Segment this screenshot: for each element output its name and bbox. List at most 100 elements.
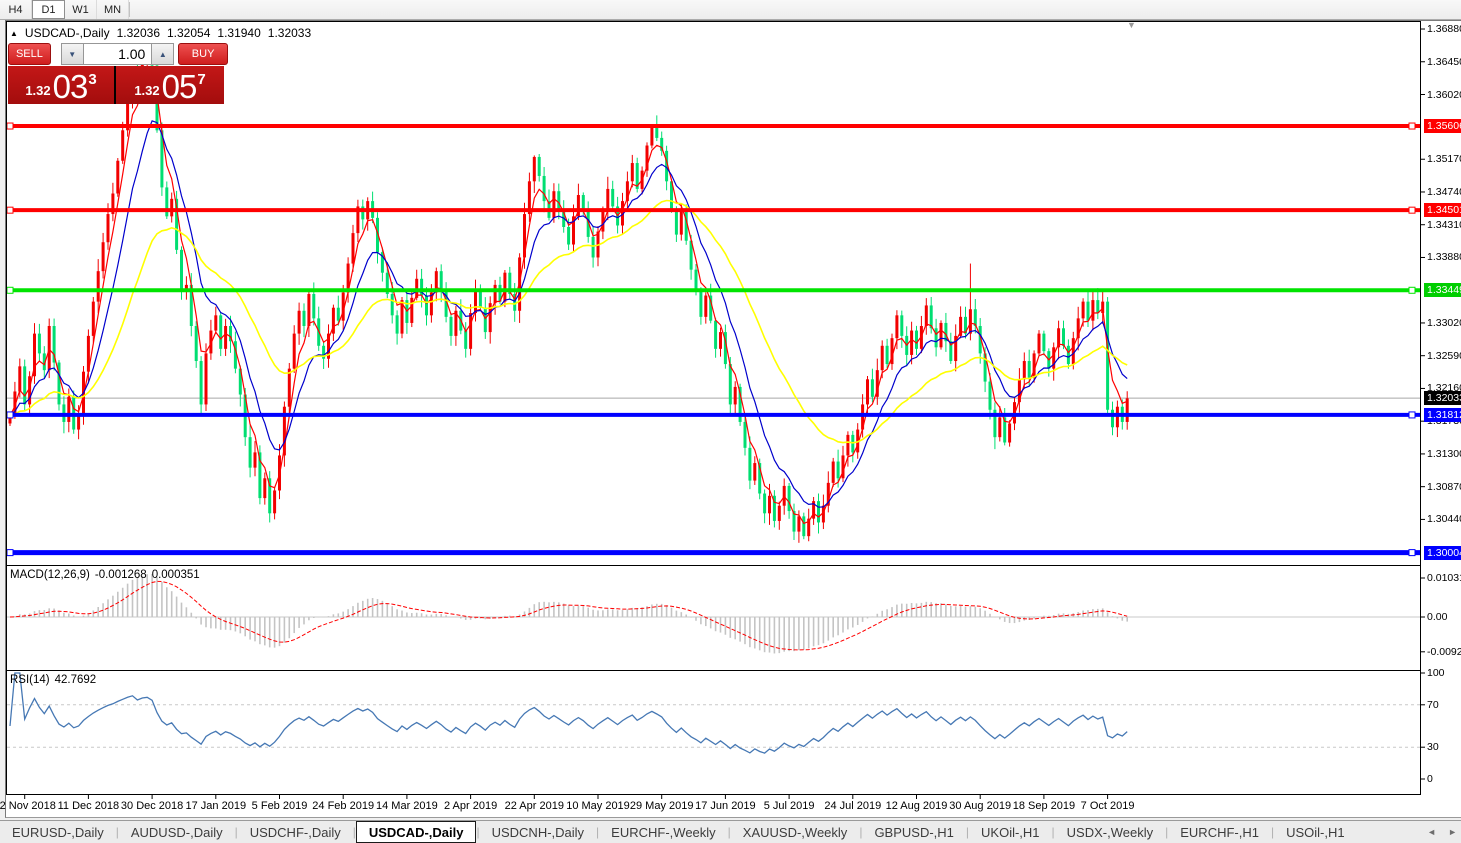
rsi-indicator-label: RSI(14) 42.7692 <box>10 674 101 686</box>
tab-xauusd-weekly[interactable]: XAUUSD-,Weekly <box>731 821 860 843</box>
date-axis-label: 5 Feb 2019 <box>252 800 308 812</box>
tab-usdchf-daily[interactable]: USDCHF-,Daily <box>238 821 353 843</box>
tab-usoil-h1[interactable]: USOil-,H1 <box>1274 821 1357 843</box>
chart-canvas <box>0 0 1461 842</box>
tab-scroll-left-icon[interactable]: ◄ <box>1427 827 1436 837</box>
line-handle-left[interactable] <box>7 550 13 556</box>
tab-usdx-weekly[interactable]: USDX-,Weekly <box>1055 821 1165 843</box>
sell-price-sup: 3 <box>88 71 96 88</box>
volume-input[interactable]: 1.00 <box>84 43 152 65</box>
price-tick-label: 1.34740 <box>1427 186 1461 198</box>
sell-price-prefix: 1.32 <box>25 83 50 98</box>
macd-signal-value: 0.000351 <box>152 569 200 581</box>
tab-ukoil-h1[interactable]: UKOil-,H1 <box>969 821 1052 843</box>
timeframe-button-mn[interactable]: MN <box>97 0 129 19</box>
buy-price-sup: 7 <box>197 71 205 88</box>
date-axis-label: 7 Oct 2019 <box>1081 800 1135 812</box>
date-axis-label: 22 Apr 2019 <box>505 800 564 812</box>
line-handle-right[interactable] <box>1409 550 1415 556</box>
line-handle-left[interactable] <box>7 207 13 213</box>
date-axis-label: 18 Sep 2019 <box>1013 800 1075 812</box>
date-axis-label: 12 Aug 2019 <box>886 800 948 812</box>
volume-increase-button[interactable]: ▲ <box>151 43 174 65</box>
rsi-axis-label: 0 <box>1427 773 1461 785</box>
date-axis-label: 5 Jul 2019 <box>764 800 815 812</box>
line-handle-left[interactable] <box>7 412 13 418</box>
tab-eurchf-weekly[interactable]: EURCHF-,Weekly <box>599 821 728 843</box>
chart-title-row: ▲ USDCAD-,Daily 1.32036 1.32054 1.31940 … <box>10 26 318 40</box>
tab-scroll-nav: ◄ ► <box>1427 821 1457 843</box>
line-handle-left[interactable] <box>7 287 13 293</box>
date-axis-label: 17 Jun 2019 <box>695 800 756 812</box>
quote-close: 1.32033 <box>268 26 311 40</box>
line-handle-right[interactable] <box>1409 123 1415 129</box>
macd-axis-label: 0.00 <box>1427 611 1461 623</box>
rsi-axis-label: 100 <box>1427 667 1461 679</box>
timeframe-button-d1[interactable]: D1 <box>32 0 65 19</box>
price-tick-label: 1.36880 <box>1427 23 1461 35</box>
macd-axis-label: -0.00920 <box>1427 646 1461 658</box>
quote-panel-toggle-icon[interactable]: ▲ <box>10 29 18 38</box>
price-tick-label: 1.32590 <box>1427 350 1461 362</box>
rsi-name: RSI(14) <box>10 674 50 686</box>
price-badge-1.34501: 1.34501 <box>1424 203 1461 217</box>
date-axis-label: 2 Apr 2019 <box>444 800 497 812</box>
tab-usdcad-daily[interactable]: USDCAD-,Daily <box>356 821 477 843</box>
date-axis-label: 30 Dec 2018 <box>121 800 183 812</box>
volume-decrease-button[interactable]: ▼ <box>61 43 84 65</box>
price-tick-label: 1.31300 <box>1427 448 1461 460</box>
tab-scroll-right-icon[interactable]: ► <box>1448 827 1457 837</box>
buy-price-big: 05 <box>162 72 197 102</box>
tab-audusd-daily[interactable]: AUDUSD-,Daily <box>119 821 235 843</box>
quote-low: 1.31940 <box>217 26 260 40</box>
horizontal-line-1.30004[interactable] <box>7 550 1420 556</box>
price-badge-1.32033: 1.32033 <box>1424 391 1461 405</box>
date-axis-label: 10 May 2019 <box>566 800 630 812</box>
line-handle-right[interactable] <box>1409 412 1415 418</box>
price-tick-label: 1.33020 <box>1427 317 1461 329</box>
timeframe-toolbar: H4D1W1MN <box>0 0 1461 20</box>
price-tick-label: 1.36020 <box>1427 89 1461 101</box>
price-tick-label: 1.30440 <box>1427 513 1461 525</box>
buy-button[interactable]: BUY <box>178 43 228 65</box>
macd-indicator-label: MACD(12,26,9) -0.001268 0.000351 <box>10 569 205 581</box>
price-tick-label: 1.36450 <box>1427 56 1461 68</box>
date-axis-label: 22 Nov 2018 <box>0 800 56 812</box>
date-axis-label: 11 Dec 2018 <box>58 800 120 812</box>
chart-tab-bar: EURUSD-,Daily|AUDUSD-,Daily|USDCHF-,Dail… <box>0 820 1461 843</box>
rsi-value: 42.7692 <box>55 674 97 686</box>
date-axis-label: 24 Feb 2019 <box>312 800 374 812</box>
macd-value: -0.001268 <box>95 569 147 581</box>
toolbar-separator <box>129 2 130 17</box>
date-axis-label: 14 Mar 2019 <box>376 800 438 812</box>
macd-name: MACD(12,26,9) <box>10 569 90 581</box>
price-badge-1.35606: 1.35606 <box>1424 119 1461 133</box>
timeframe-button-w1[interactable]: W1 <box>65 0 97 19</box>
sell-price-display[interactable]: 1.32 03 3 <box>8 66 116 104</box>
sell-price-big: 03 <box>53 72 88 102</box>
tab-eurchf-h1[interactable]: EURCHF-,H1 <box>1168 821 1271 843</box>
tab-usdcnh-daily[interactable]: USDCNH-,Daily <box>480 821 596 843</box>
price-badge-1.30004: 1.30004 <box>1424 546 1461 560</box>
chart-shift-marker-icon: ▼ <box>1127 20 1136 30</box>
quote-open: 1.32036 <box>117 26 160 40</box>
timeframe-button-h4[interactable]: H4 <box>0 0 32 19</box>
line-handle-right[interactable] <box>1409 207 1415 213</box>
buy-price-display[interactable]: 1.32 05 7 <box>116 66 224 104</box>
price-badge-1.33449: 1.33449 <box>1424 283 1461 297</box>
line-handle-left[interactable] <box>7 123 13 129</box>
tab-gbpusd-h1[interactable]: GBPUSD-,H1 <box>862 821 965 843</box>
chart-window-background <box>5 20 1461 818</box>
chart-symbol-title: USDCAD-,Daily <box>25 26 110 40</box>
macd-axis-label: 0.010311 <box>1427 572 1461 584</box>
tab-eurusd-daily[interactable]: EURUSD-,Daily <box>0 821 116 843</box>
line-handle-right[interactable] <box>1409 287 1415 293</box>
rsi-axis-label: 30 <box>1427 741 1461 753</box>
buy-price-prefix: 1.32 <box>134 83 159 98</box>
price-tick-label: 1.35170 <box>1427 153 1461 165</box>
one-click-trading-panel: SELL ▼ 1.00 ▲ BUY 1.32 03 3 1.32 05 7 <box>8 43 228 104</box>
price-tick-label: 1.30870 <box>1427 481 1461 493</box>
app-root: { "toolbar": { "timeframes": [ {"label":… <box>0 0 1461 842</box>
price-tick-label: 1.33880 <box>1427 251 1461 263</box>
sell-button[interactable]: SELL <box>8 43 51 65</box>
